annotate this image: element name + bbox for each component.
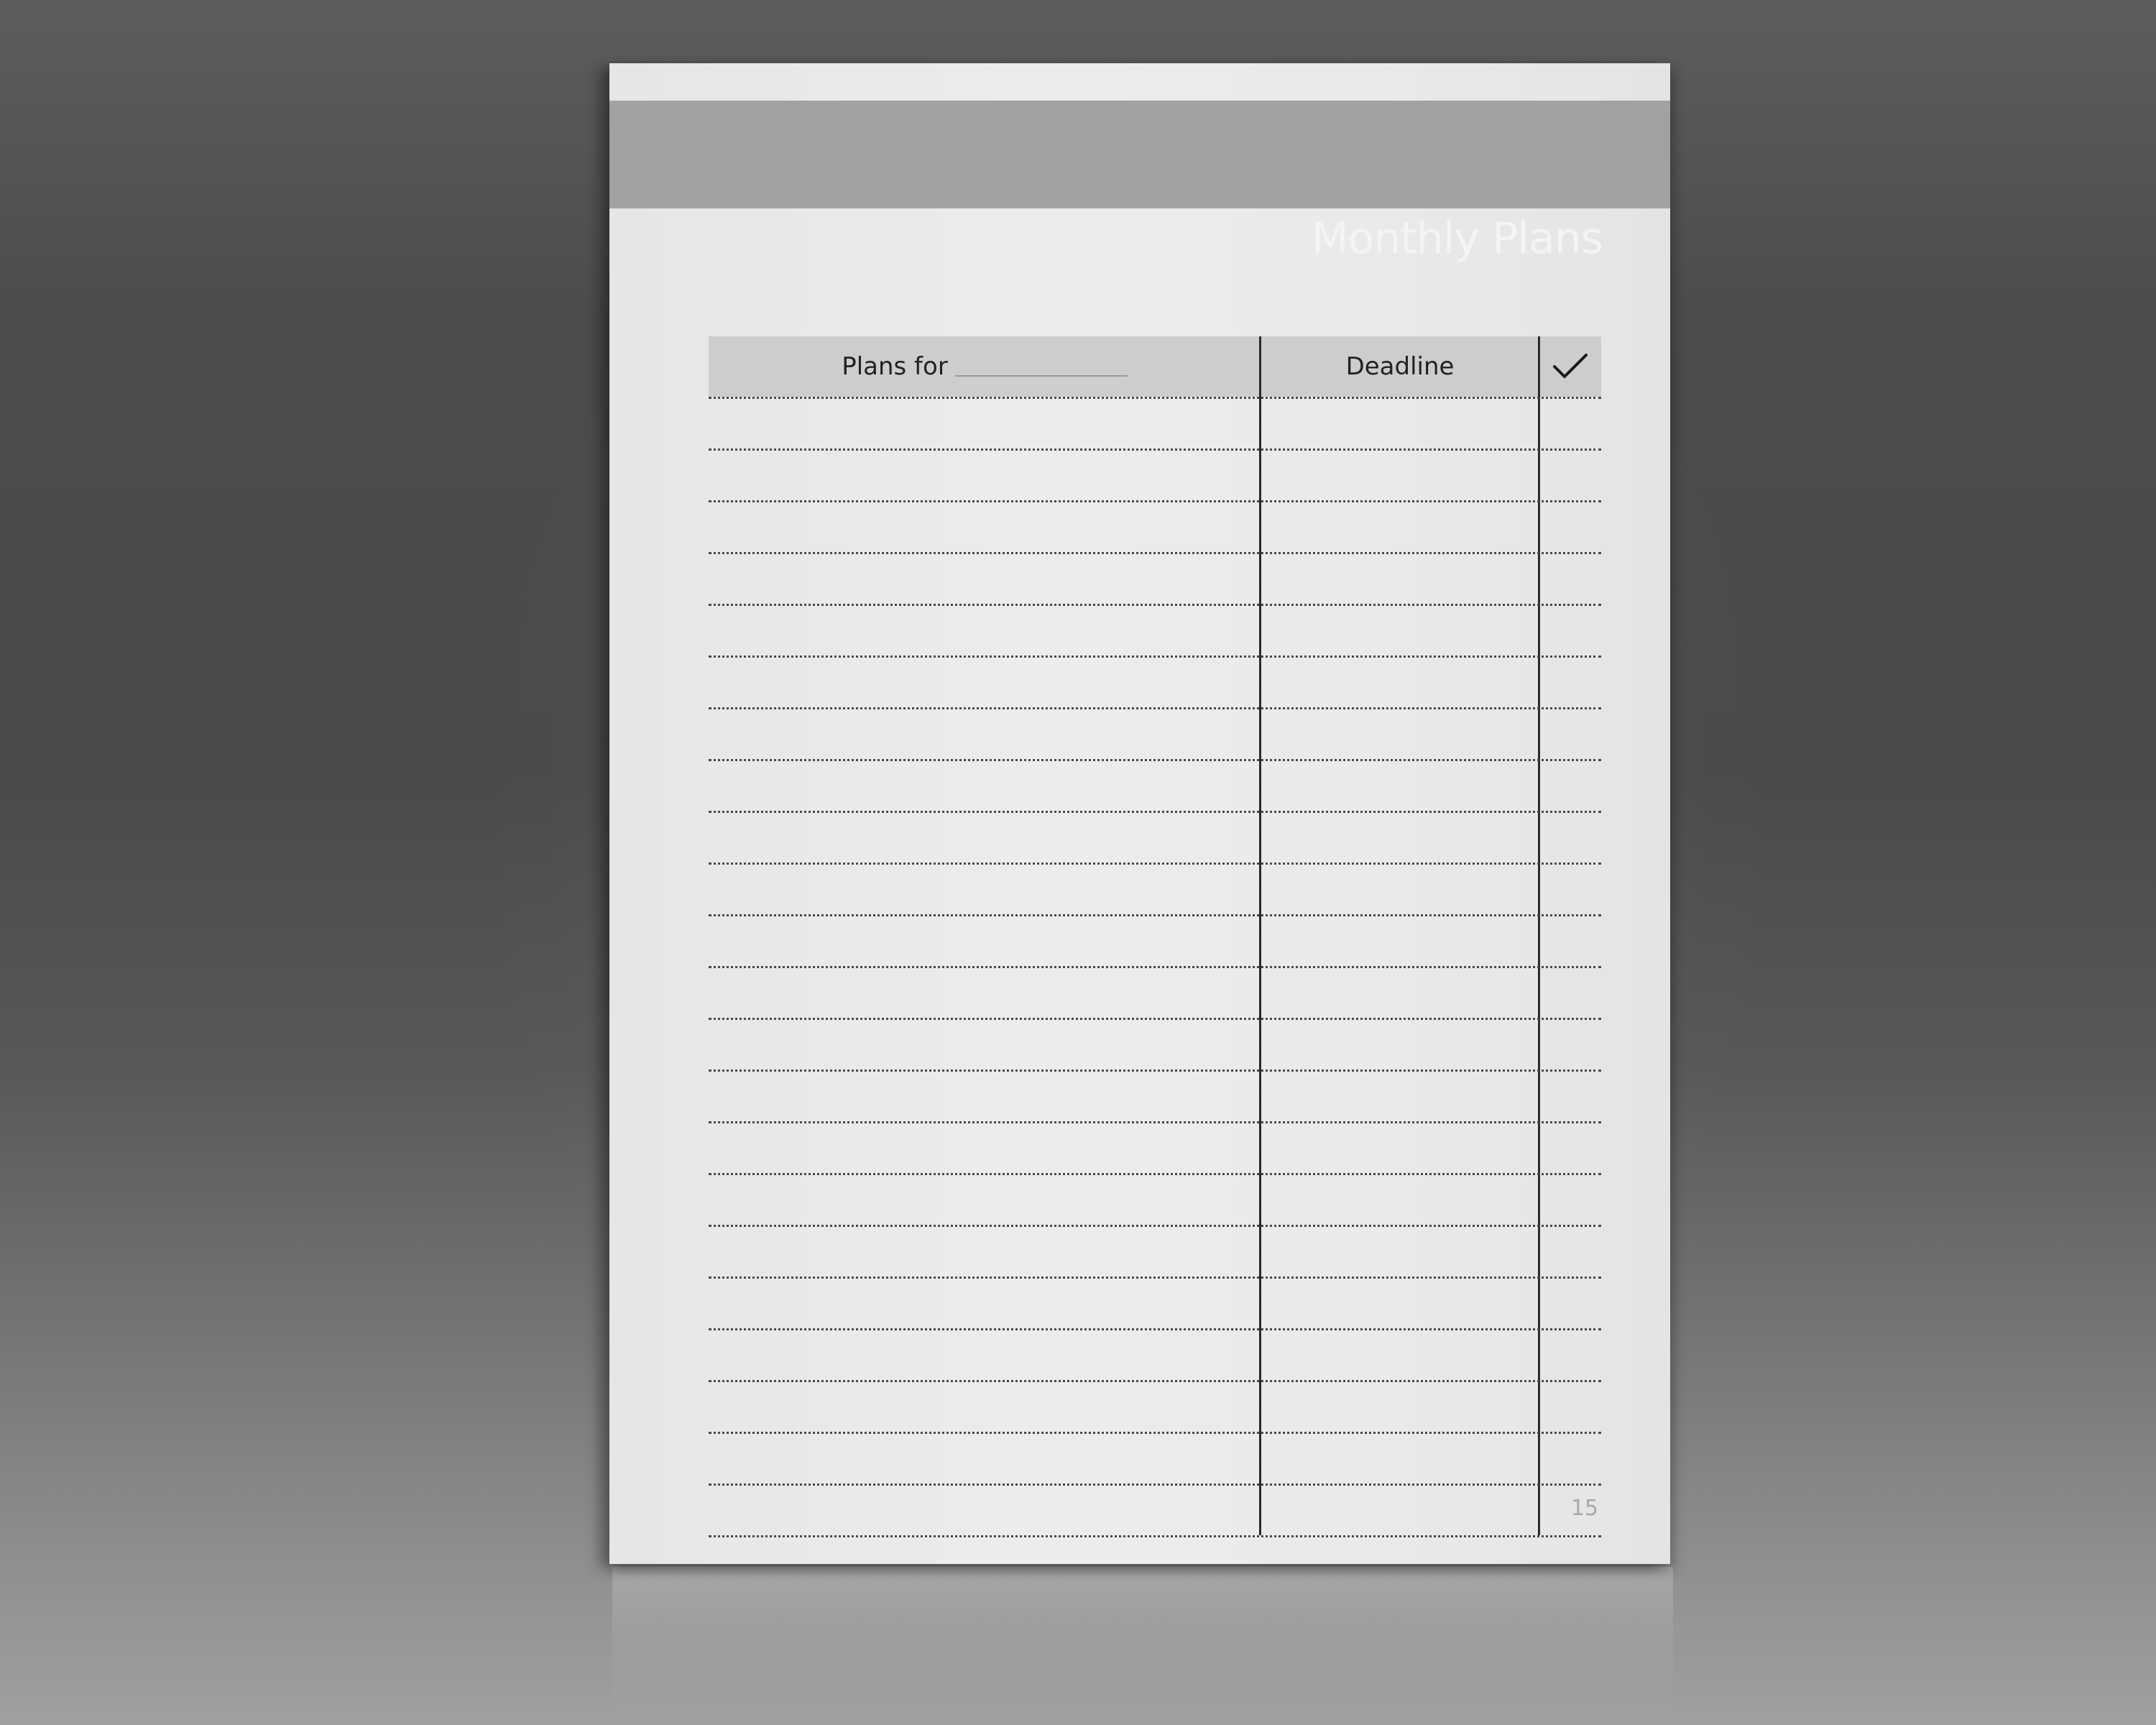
table-row[interactable]: [709, 1018, 1601, 1020]
page-title: Monthly Plans: [1311, 213, 1603, 264]
plans-table: Plans for Deadline: [709, 273, 1601, 1537]
table-row[interactable]: [709, 500, 1601, 502]
table-row[interactable]: [709, 1484, 1601, 1486]
table-row[interactable]: [709, 1121, 1601, 1123]
table-row[interactable]: [709, 1070, 1601, 1072]
table-row[interactable]: [709, 862, 1601, 865]
table-row[interactable]: [709, 552, 1601, 554]
table-header: Plans for Deadline: [709, 336, 1601, 397]
header-deadline: Deadline: [1261, 336, 1539, 397]
header-band: [609, 101, 1670, 208]
planner-page: Monthly Plans Plans for Deadline 15: [609, 63, 1670, 1564]
table-row[interactable]: [709, 656, 1601, 658]
page-reflection: [612, 1567, 1673, 1725]
header-plans: Plans for: [709, 336, 1261, 397]
table-row[interactable]: [709, 1535, 1601, 1537]
page-number: 15: [1570, 1496, 1598, 1521]
header-plans-label: Plans for: [842, 352, 948, 381]
table-row[interactable]: [709, 1328, 1601, 1330]
table-row[interactable]: [709, 448, 1601, 451]
table-row[interactable]: [709, 1225, 1601, 1227]
table-row[interactable]: [709, 1432, 1601, 1434]
table-row[interactable]: [709, 1173, 1601, 1175]
header-done: [1539, 336, 1601, 397]
month-fill-line[interactable]: [954, 356, 1128, 377]
table-row[interactable]: [709, 759, 1601, 761]
header-deadline-label: Deadline: [1345, 352, 1455, 381]
table-row[interactable]: [709, 966, 1601, 968]
table-row[interactable]: [709, 1380, 1601, 1382]
table-rows: [709, 397, 1601, 1537]
table-row[interactable]: [709, 1276, 1601, 1279]
table-row[interactable]: [709, 811, 1601, 813]
table-row[interactable]: [709, 397, 1601, 399]
checkmark-icon: [1552, 352, 1589, 381]
table-row[interactable]: [709, 604, 1601, 606]
table-row[interactable]: [709, 914, 1601, 916]
table-row[interactable]: [709, 707, 1601, 709]
